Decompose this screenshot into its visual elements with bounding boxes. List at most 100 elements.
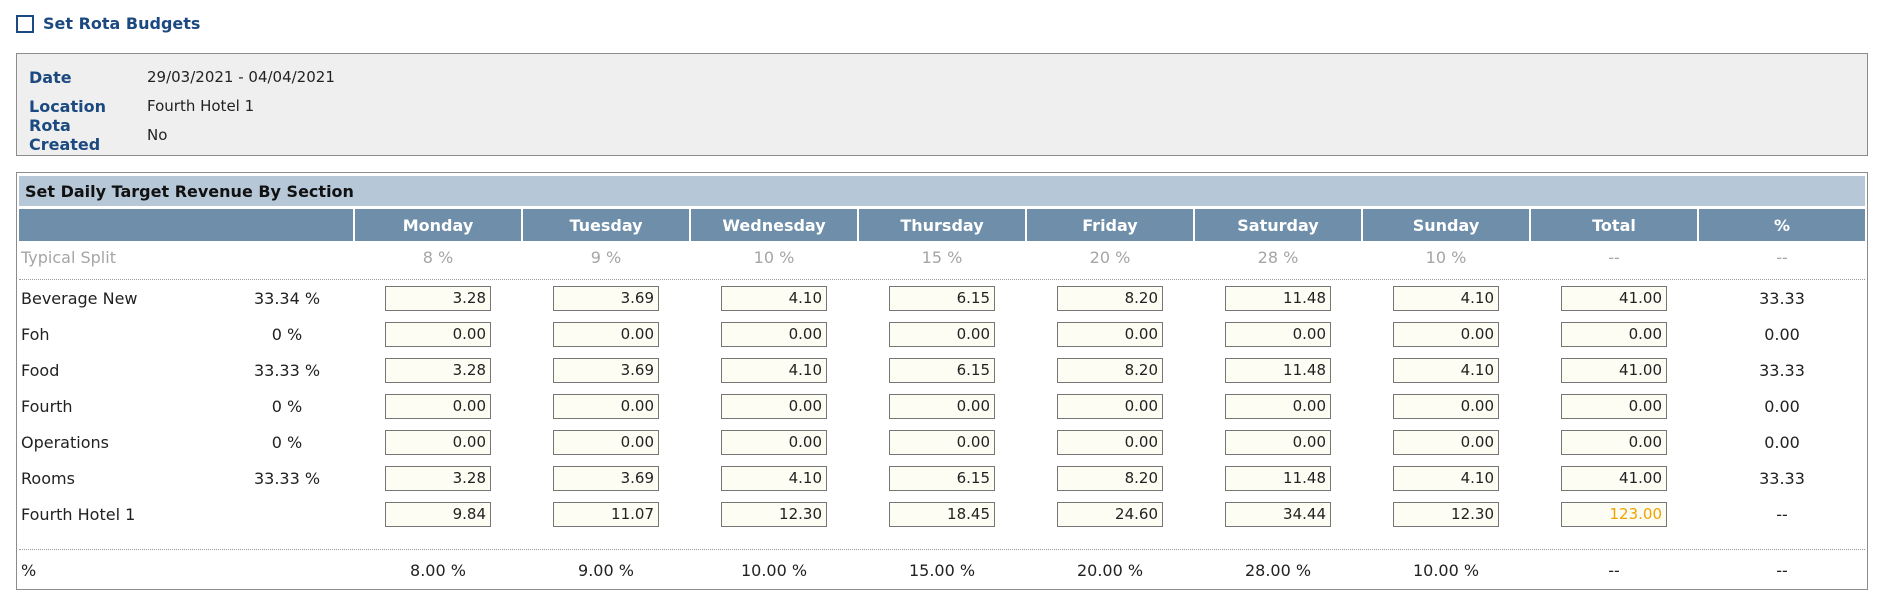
section-name: Fourth Hotel 1 [21, 504, 136, 524]
daily-target-input-saturday[interactable]: 11.48 [1225, 466, 1331, 491]
total-input[interactable]: 0.00 [1561, 322, 1667, 347]
daily-target-input-sunday[interactable]: 12.30 [1393, 502, 1499, 527]
daily-target-input-saturday[interactable]: 34.44 [1225, 502, 1331, 527]
footer-percent-row: % 8.00 % 9.00 % 10.00 % 15.00 % 20.00 % 28.00 … [17, 555, 1867, 585]
section-name: Operations [21, 432, 109, 452]
daily-target-input-wednesday[interactable]: 0.00 [721, 394, 827, 419]
column-header-friday: Friday [1027, 209, 1193, 241]
daily-target-input-friday[interactable]: 0.00 [1057, 430, 1163, 455]
daily-target-panel: Set Daily Target Revenue By Section Mond… [16, 172, 1868, 590]
total-input[interactable]: 41.00 [1561, 466, 1667, 491]
daily-target-input-monday[interactable]: 0.00 [385, 430, 491, 455]
section-name: Food [21, 360, 60, 380]
column-header-thursday: Thursday [859, 209, 1025, 241]
footer-percent-value: -- [1776, 560, 1788, 580]
typical-split-value: 8 % [422, 247, 454, 267]
daily-target-input-wednesday[interactable]: 4.10 [721, 286, 827, 311]
daily-target-input-wednesday[interactable]: 0.00 [721, 430, 827, 455]
info-row-rota: Rota Created No [29, 116, 167, 154]
daily-target-input-monday[interactable]: 3.28 [385, 358, 491, 383]
total-input[interactable]: 0.00 [1561, 394, 1667, 419]
section-row: Rooms 33.33 % 3.28 3.69 4.10 6.15 8.20 11.48 4.1… [17, 463, 1867, 493]
daily-target-input-tuesday[interactable]: 3.69 [553, 466, 659, 491]
date-label: Date [29, 67, 72, 87]
footer-percent-value: 28.00 % [1244, 560, 1312, 580]
daily-target-input-thursday[interactable]: 0.00 [889, 322, 995, 347]
daily-target-input-sunday[interactable]: 4.10 [1393, 358, 1499, 383]
daily-target-input-tuesday[interactable]: 0.00 [553, 430, 659, 455]
daily-target-input-thursday[interactable]: 18.45 [889, 502, 995, 527]
daily-target-input-saturday[interactable]: 0.00 [1225, 430, 1331, 455]
select-checkbox[interactable] [16, 14, 34, 33]
section-percent: 33.33 % [253, 468, 321, 488]
daily-target-input-saturday[interactable]: 11.48 [1225, 358, 1331, 383]
daily-target-input-thursday[interactable]: 6.15 [889, 286, 995, 311]
daily-target-input-monday[interactable]: 3.28 [385, 286, 491, 311]
section-percent: 0 % [271, 396, 303, 416]
section-name: Foh [21, 324, 50, 344]
section-percent: 0 % [271, 324, 303, 344]
daily-target-input-thursday[interactable]: 6.15 [889, 466, 995, 491]
daily-target-input-thursday[interactable]: 6.15 [889, 358, 995, 383]
total-input[interactable]: 41.00 [1561, 358, 1667, 383]
daily-target-input-tuesday[interactable]: 3.69 [553, 286, 659, 311]
daily-target-input-saturday[interactable]: 0.00 [1225, 394, 1331, 419]
title-row: Set Rota Budgets [16, 14, 200, 33]
daily-target-input-wednesday[interactable]: 4.10 [721, 358, 827, 383]
daily-target-input-friday[interactable]: 8.20 [1057, 286, 1163, 311]
daily-target-input-friday[interactable]: 24.60 [1057, 502, 1163, 527]
column-header-blank [19, 209, 353, 241]
daily-target-input-friday[interactable]: 8.20 [1057, 358, 1163, 383]
footer-percent-value: 10.00 % [1412, 560, 1480, 580]
typical-split-value: 10 % [1425, 247, 1467, 267]
daily-target-input-tuesday[interactable]: 11.07 [553, 502, 659, 527]
row-separator [19, 279, 1865, 280]
daily-target-input-monday[interactable]: 0.00 [385, 394, 491, 419]
column-header-monday: Monday [355, 209, 521, 241]
column-header-percent: % [1699, 209, 1865, 241]
typical-split-value: 20 % [1089, 247, 1131, 267]
total-input[interactable]: 41.00 [1561, 286, 1667, 311]
daily-target-input-tuesday[interactable]: 0.00 [553, 394, 659, 419]
daily-target-input-tuesday[interactable]: 0.00 [553, 322, 659, 347]
daily-target-input-wednesday[interactable]: 12.30 [721, 502, 827, 527]
section-name: Rooms [21, 468, 75, 488]
typical-split-label: Typical Split [21, 247, 116, 267]
daily-target-input-sunday[interactable]: 0.00 [1393, 394, 1499, 419]
column-header-wednesday: Wednesday [691, 209, 857, 241]
daily-target-input-tuesday[interactable]: 3.69 [553, 358, 659, 383]
daily-target-input-sunday[interactable]: 0.00 [1393, 430, 1499, 455]
section-row: Food 33.33 % 3.28 3.69 4.10 6.15 8.20 11.48 4.10… [17, 355, 1867, 385]
footer-percent-value: 20.00 % [1076, 560, 1144, 580]
date-value: 29/03/2021 - 04/04/2021 [147, 68, 335, 86]
daily-target-input-thursday[interactable]: 0.00 [889, 430, 995, 455]
total-input[interactable]: 0.00 [1561, 430, 1667, 455]
daily-target-input-sunday[interactable]: 0.00 [1393, 322, 1499, 347]
location-value: Fourth Hotel 1 [147, 97, 255, 115]
daily-target-input-sunday[interactable]: 4.10 [1393, 466, 1499, 491]
section-share: 0.00 [1764, 432, 1800, 452]
daily-target-input-saturday[interactable]: 0.00 [1225, 322, 1331, 347]
rota-created-label: Rota Created [29, 116, 101, 154]
daily-target-input-sunday[interactable]: 4.10 [1393, 286, 1499, 311]
daily-target-input-monday[interactable]: 9.84 [385, 502, 491, 527]
daily-target-input-wednesday[interactable]: 4.10 [721, 466, 827, 491]
footer-percent-value: -- [1608, 560, 1620, 580]
section-share: 33.33 [1759, 468, 1805, 488]
section-share: 0.00 [1764, 324, 1800, 344]
daily-target-input-wednesday[interactable]: 0.00 [721, 322, 827, 347]
daily-target-input-monday[interactable]: 3.28 [385, 466, 491, 491]
daily-target-input-friday[interactable]: 0.00 [1057, 322, 1163, 347]
daily-target-input-saturday[interactable]: 11.48 [1225, 286, 1331, 311]
daily-target-input-thursday[interactable]: 0.00 [889, 394, 995, 419]
daily-target-input-monday[interactable]: 0.00 [385, 322, 491, 347]
column-header-total: Total [1531, 209, 1697, 241]
info-row-location: Location Fourth Hotel 1 [29, 94, 254, 118]
section-percent [217, 499, 357, 529]
daily-target-input-friday[interactable]: 0.00 [1057, 394, 1163, 419]
total-input[interactable]: 123.00 [1561, 502, 1667, 527]
daily-target-input-friday[interactable]: 8.20 [1057, 466, 1163, 491]
typical-split-value: 28 % [1257, 247, 1299, 267]
section-row: Fourth 0 % 0.00 0.00 0.00 0.00 0.00 0.00 0.00 0.0… [17, 391, 1867, 421]
column-header-saturday: Saturday [1195, 209, 1361, 241]
